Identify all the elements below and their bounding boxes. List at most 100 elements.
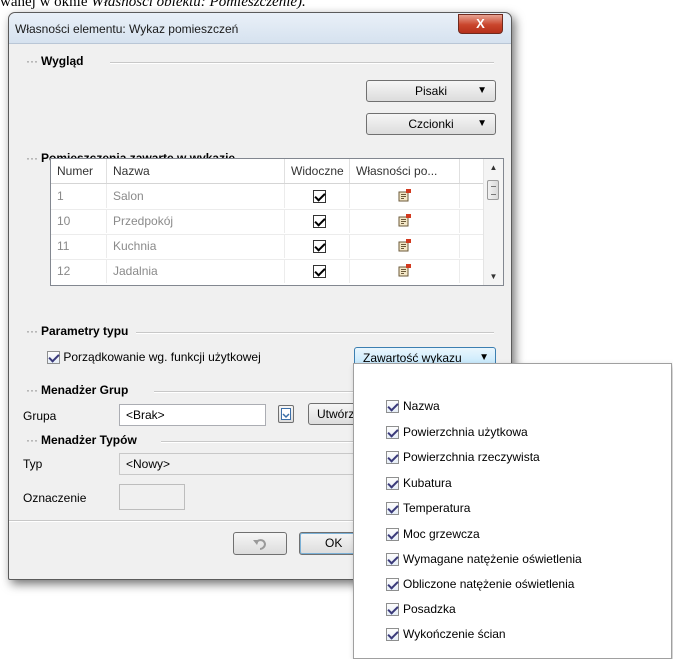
- properties-icon[interactable]: [398, 214, 412, 227]
- popup-item[interactable]: Posadzka: [386, 600, 456, 618]
- cell-wlasnosci: [350, 184, 460, 208]
- popup-item[interactable]: Kubatura: [386, 474, 452, 492]
- scroll-thumb[interactable]: [487, 180, 499, 200]
- cell-widoczne: [285, 259, 350, 283]
- visible-checkbox[interactable]: [313, 240, 326, 254]
- grupa-field[interactable]: <Brak>: [119, 404, 266, 426]
- popup-item-label: Powierzchnia użytkowa: [403, 425, 528, 439]
- table-row[interactable]: 12 Jadalnia: [51, 259, 483, 284]
- popup-item[interactable]: Obliczone natężenie oświetlenia: [386, 575, 574, 593]
- popup-item-label: Moc grzewcza: [403, 527, 480, 541]
- popup-item[interactable]: Wymagane natężenie oświetlenia: [386, 550, 582, 568]
- close-button[interactable]: X: [458, 14, 503, 34]
- chevron-down-icon: ▼: [477, 118, 487, 129]
- properties-icon[interactable]: [398, 239, 412, 252]
- popup-item[interactable]: Nazwa: [386, 397, 440, 415]
- czcionki-dropdown-button[interactable]: Czcionki ▼: [366, 113, 496, 135]
- section-wyglad: ··· Wygląd: [26, 54, 84, 68]
- scroll-up-icon[interactable]: ▲: [484, 159, 503, 176]
- section-menadzer-grup-label: Menadżer Grup: [41, 383, 129, 397]
- section-menadzer-grup: ··· Menadżer Grup: [26, 383, 129, 397]
- popup-item[interactable]: Powierzchnia użytkowa: [386, 423, 528, 441]
- cell-nazwa: Przedpokój: [107, 209, 285, 233]
- document-caption: wanej w oknie Własności obiektu: Pomiesz…: [0, 0, 673, 9]
- popup-item-checkbox[interactable]: [386, 451, 399, 465]
- cell-widoczne: [285, 209, 350, 233]
- grupa-label: Grupa: [23, 409, 57, 423]
- visible-checkbox[interactable]: [313, 265, 326, 279]
- table-scrollbar[interactable]: ▲ ▼: [483, 159, 503, 285]
- grupa-select-button[interactable]: [278, 405, 294, 423]
- section-wyglad-divider: [110, 62, 494, 64]
- popup-item-checkbox[interactable]: [386, 528, 399, 542]
- cell-numer: 1: [51, 184, 107, 208]
- section-parametry-label: Parametry typu: [41, 324, 129, 338]
- list-icon: [281, 408, 291, 420]
- scroll-down-icon[interactable]: ▼: [484, 268, 503, 285]
- visible-checkbox[interactable]: [313, 190, 326, 204]
- cell-nazwa: Jadalnia: [107, 259, 285, 283]
- section-parametry: ··· Parametry typu: [26, 324, 129, 338]
- dialog-titlebar[interactable]: Własności elementu: Wykaz pomieszczeń X: [9, 13, 511, 44]
- header-wlasnosci[interactable]: Własności po...: [350, 159, 460, 183]
- cell-numer: 10: [51, 209, 107, 233]
- cell-numer: 11: [51, 234, 107, 258]
- header-nazwa[interactable]: Nazwa: [107, 159, 285, 183]
- popup-item-label: Kubatura: [403, 476, 452, 490]
- chevron-down-icon: ▼: [477, 85, 487, 96]
- section-menadzer-typow-label: Menadżer Typów: [41, 433, 137, 447]
- cell-wlasnosci: [350, 234, 460, 258]
- visible-checkbox[interactable]: [313, 215, 326, 229]
- popup-item-label: Obliczone natężenie oświetlenia: [403, 577, 575, 591]
- popup-item[interactable]: Wykończenie ścian: [386, 625, 506, 643]
- pisaki-dropdown-button[interactable]: Pisaki ▼: [366, 80, 496, 102]
- section-menadzer-typow: ··· Menadżer Typów: [26, 433, 137, 447]
- typ-field[interactable]: <Nowy>: [119, 453, 359, 475]
- typ-label: Typ: [23, 457, 43, 471]
- porzadkowanie-label: Porządkowanie wg. funkcji użytkowej: [63, 350, 261, 364]
- popup-item-checkbox[interactable]: [386, 502, 399, 516]
- rooms-table[interactable]: Numer Nazwa Widoczne Własności po... 1 S…: [50, 158, 504, 286]
- popup-item-checkbox[interactable]: [386, 400, 399, 414]
- popup-item-checkbox[interactable]: [386, 578, 399, 592]
- cell-widoczne: [285, 234, 350, 258]
- bottom-divider: [9, 520, 354, 522]
- undo-icon: [253, 539, 267, 550]
- table-row[interactable]: 10 Przedpokój: [51, 209, 483, 235]
- porzadkowanie-checkbox[interactable]: [47, 351, 60, 365]
- undo-button[interactable]: [233, 532, 287, 555]
- porzadkowanie-checkbox-row[interactable]: Porządkowanie wg. funkcji użytkowej: [47, 350, 261, 365]
- popup-item-checkbox[interactable]: [386, 553, 399, 567]
- header-numer[interactable]: Numer: [51, 159, 107, 183]
- section-grup-divider: [154, 391, 354, 393]
- pisaki-label: Pisaki: [414, 84, 447, 98]
- cell-numer: 12: [51, 259, 107, 283]
- popup-item-checkbox[interactable]: [386, 603, 399, 617]
- section-typow-divider: [161, 441, 354, 443]
- popup-item[interactable]: Temperatura: [386, 499, 470, 517]
- popup-item-label: Nazwa: [403, 399, 440, 413]
- zawartosc-wykazu-popup: Nazwa Powierzchnia użytkowa Powierzchnia…: [353, 363, 672, 659]
- cell-wlasnosci: [350, 209, 460, 233]
- popup-item-checkbox[interactable]: [386, 628, 399, 642]
- header-widoczne[interactable]: Widoczne: [285, 159, 350, 183]
- popup-item-checkbox[interactable]: [386, 426, 399, 440]
- popup-item-label: Wykończenie ścian: [403, 627, 506, 641]
- popup-item-checkbox[interactable]: [386, 477, 399, 491]
- oznaczenie-field[interactable]: [119, 484, 185, 510]
- table-header: Numer Nazwa Widoczne Własności po...: [51, 159, 483, 184]
- popup-item-label: Wymagane natężenie oświetlenia: [403, 552, 582, 566]
- cell-wlasnosci: [350, 259, 460, 283]
- popup-item-label: Powierzchnia rzeczywista: [403, 450, 540, 464]
- popup-item[interactable]: Moc grzewcza: [386, 525, 480, 543]
- properties-icon[interactable]: [398, 189, 412, 202]
- section-parametry-divider: [136, 332, 494, 334]
- oznaczenie-label: Oznaczenie: [23, 491, 87, 505]
- properties-icon[interactable]: [398, 264, 412, 277]
- table-row[interactable]: 11 Kuchnia: [51, 234, 483, 260]
- cell-nazwa: Kuchnia: [107, 234, 285, 258]
- czcionki-label: Czcionki: [408, 117, 454, 131]
- popup-item[interactable]: Powierzchnia rzeczywista: [386, 448, 540, 466]
- table-row[interactable]: 1 Salon: [51, 184, 483, 210]
- caption-italic: Własności obiektu: Pomieszczenie).: [91, 0, 306, 9]
